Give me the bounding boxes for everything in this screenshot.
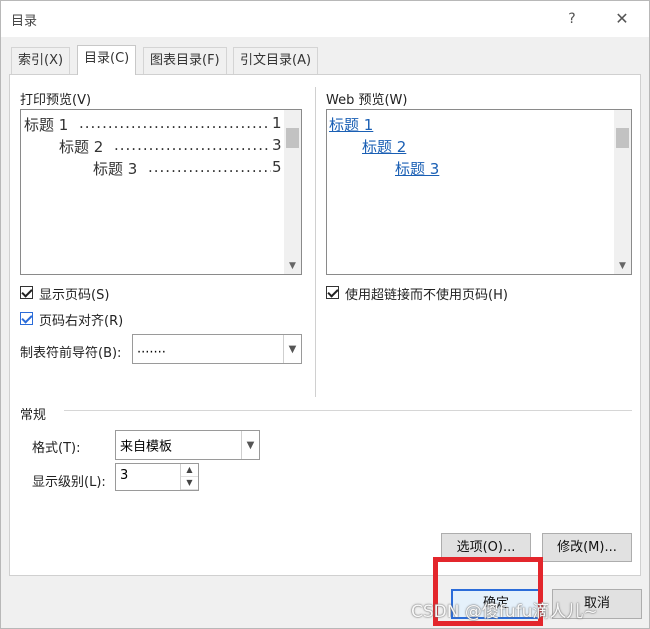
- chevron-up-icon[interactable]: ▲: [181, 464, 198, 477]
- scroll-thumb[interactable]: [616, 128, 629, 148]
- levels-stepper[interactable]: 3 ▲ ▼: [115, 463, 199, 491]
- print-entry-1-page: 1: [272, 114, 282, 132]
- leader-dots: ........................................…: [148, 158, 271, 176]
- divider: [64, 410, 632, 411]
- tab-index[interactable]: 索引(X): [11, 47, 71, 74]
- csdn-watermark: CSDN @傻fufu滴人儿~: [411, 602, 598, 622]
- print-preview-label: 打印预览(V): [20, 93, 92, 108]
- web-link-1[interactable]: 标题 1: [329, 114, 373, 135]
- leader-dots: ........................................…: [114, 136, 271, 154]
- chevron-down-icon[interactable]: ▼: [284, 258, 301, 274]
- help-button[interactable]: ?: [557, 7, 587, 31]
- tab-leader-value: .......: [137, 341, 166, 357]
- tab-leader-label: 制表符前导符(B):: [20, 346, 122, 361]
- title-bar[interactable]: 目录 ? ✕: [1, 1, 649, 37]
- toc-dialog: 目录 ? ✕ 索引(X) 目录(C) 图表目录(F) 引文目录(A) 打印预览(…: [0, 0, 650, 629]
- tab-toc[interactable]: 目录(C): [77, 45, 137, 75]
- tab-table-of-figures[interactable]: 图表目录(F): [143, 47, 227, 74]
- levels-value[interactable]: 3: [120, 468, 128, 483]
- web-preview-scrollbar[interactable]: ▼: [614, 110, 631, 274]
- print-entry-1-text: 标题 1: [24, 116, 69, 134]
- print-entry-2-page: 3: [272, 136, 282, 154]
- web-link-3[interactable]: 标题 3: [395, 158, 439, 179]
- divider: [315, 87, 316, 397]
- tab-table-of-authorities[interactable]: 引文目录(A): [233, 47, 319, 74]
- use-hyperlinks-label[interactable]: 使用超链接而不使用页码(H): [345, 284, 508, 303]
- levels-label: 显示级别(L):: [32, 475, 106, 490]
- use-hyperlinks-checkbox[interactable]: [326, 286, 339, 299]
- web-preview-label: Web 预览(W): [326, 93, 408, 108]
- chevron-down-icon[interactable]: ▼: [181, 477, 198, 490]
- general-section-label: 常规: [20, 408, 47, 423]
- show-page-numbers-label[interactable]: 显示页码(S): [39, 284, 109, 303]
- chevron-down-icon[interactable]: ▼: [283, 335, 301, 363]
- chevron-down-icon[interactable]: ▼: [614, 258, 631, 274]
- chevron-down-icon[interactable]: ▼: [241, 431, 259, 459]
- right-align-label[interactable]: 页码右对齐(R): [39, 310, 123, 329]
- show-page-numbers-checkbox[interactable]: [20, 286, 33, 299]
- leader-dots: ........................................…: [79, 114, 271, 132]
- modify-button[interactable]: 修改(M)...: [542, 533, 632, 562]
- web-preview-box[interactable]: 标题 1 标题 2 标题 3 ▼: [326, 109, 632, 275]
- tab-panel: 打印预览(V) 标题 1 ...........................…: [9, 74, 641, 576]
- dialog-title: 目录: [11, 14, 38, 29]
- format-label: 格式(T):: [32, 441, 81, 456]
- stepper-buttons[interactable]: ▲ ▼: [180, 464, 198, 490]
- format-value: 来自模板: [120, 439, 173, 455]
- print-preview-box[interactable]: 标题 1 ...................................…: [20, 109, 302, 275]
- tab-leader-select[interactable]: ....... ▼: [132, 334, 302, 364]
- print-entry-3-text: 标题 3: [93, 160, 138, 178]
- right-align-checkbox[interactable]: [20, 312, 33, 325]
- web-link-2[interactable]: 标题 2: [362, 136, 406, 157]
- print-preview-scrollbar[interactable]: ▼: [284, 110, 301, 274]
- print-entry-3-page: 5: [272, 158, 282, 176]
- format-select[interactable]: 来自模板 ▼: [115, 430, 260, 460]
- print-entry-2-text: 标题 2: [59, 138, 104, 156]
- close-icon[interactable]: ✕: [607, 7, 637, 31]
- scroll-thumb[interactable]: [286, 128, 299, 148]
